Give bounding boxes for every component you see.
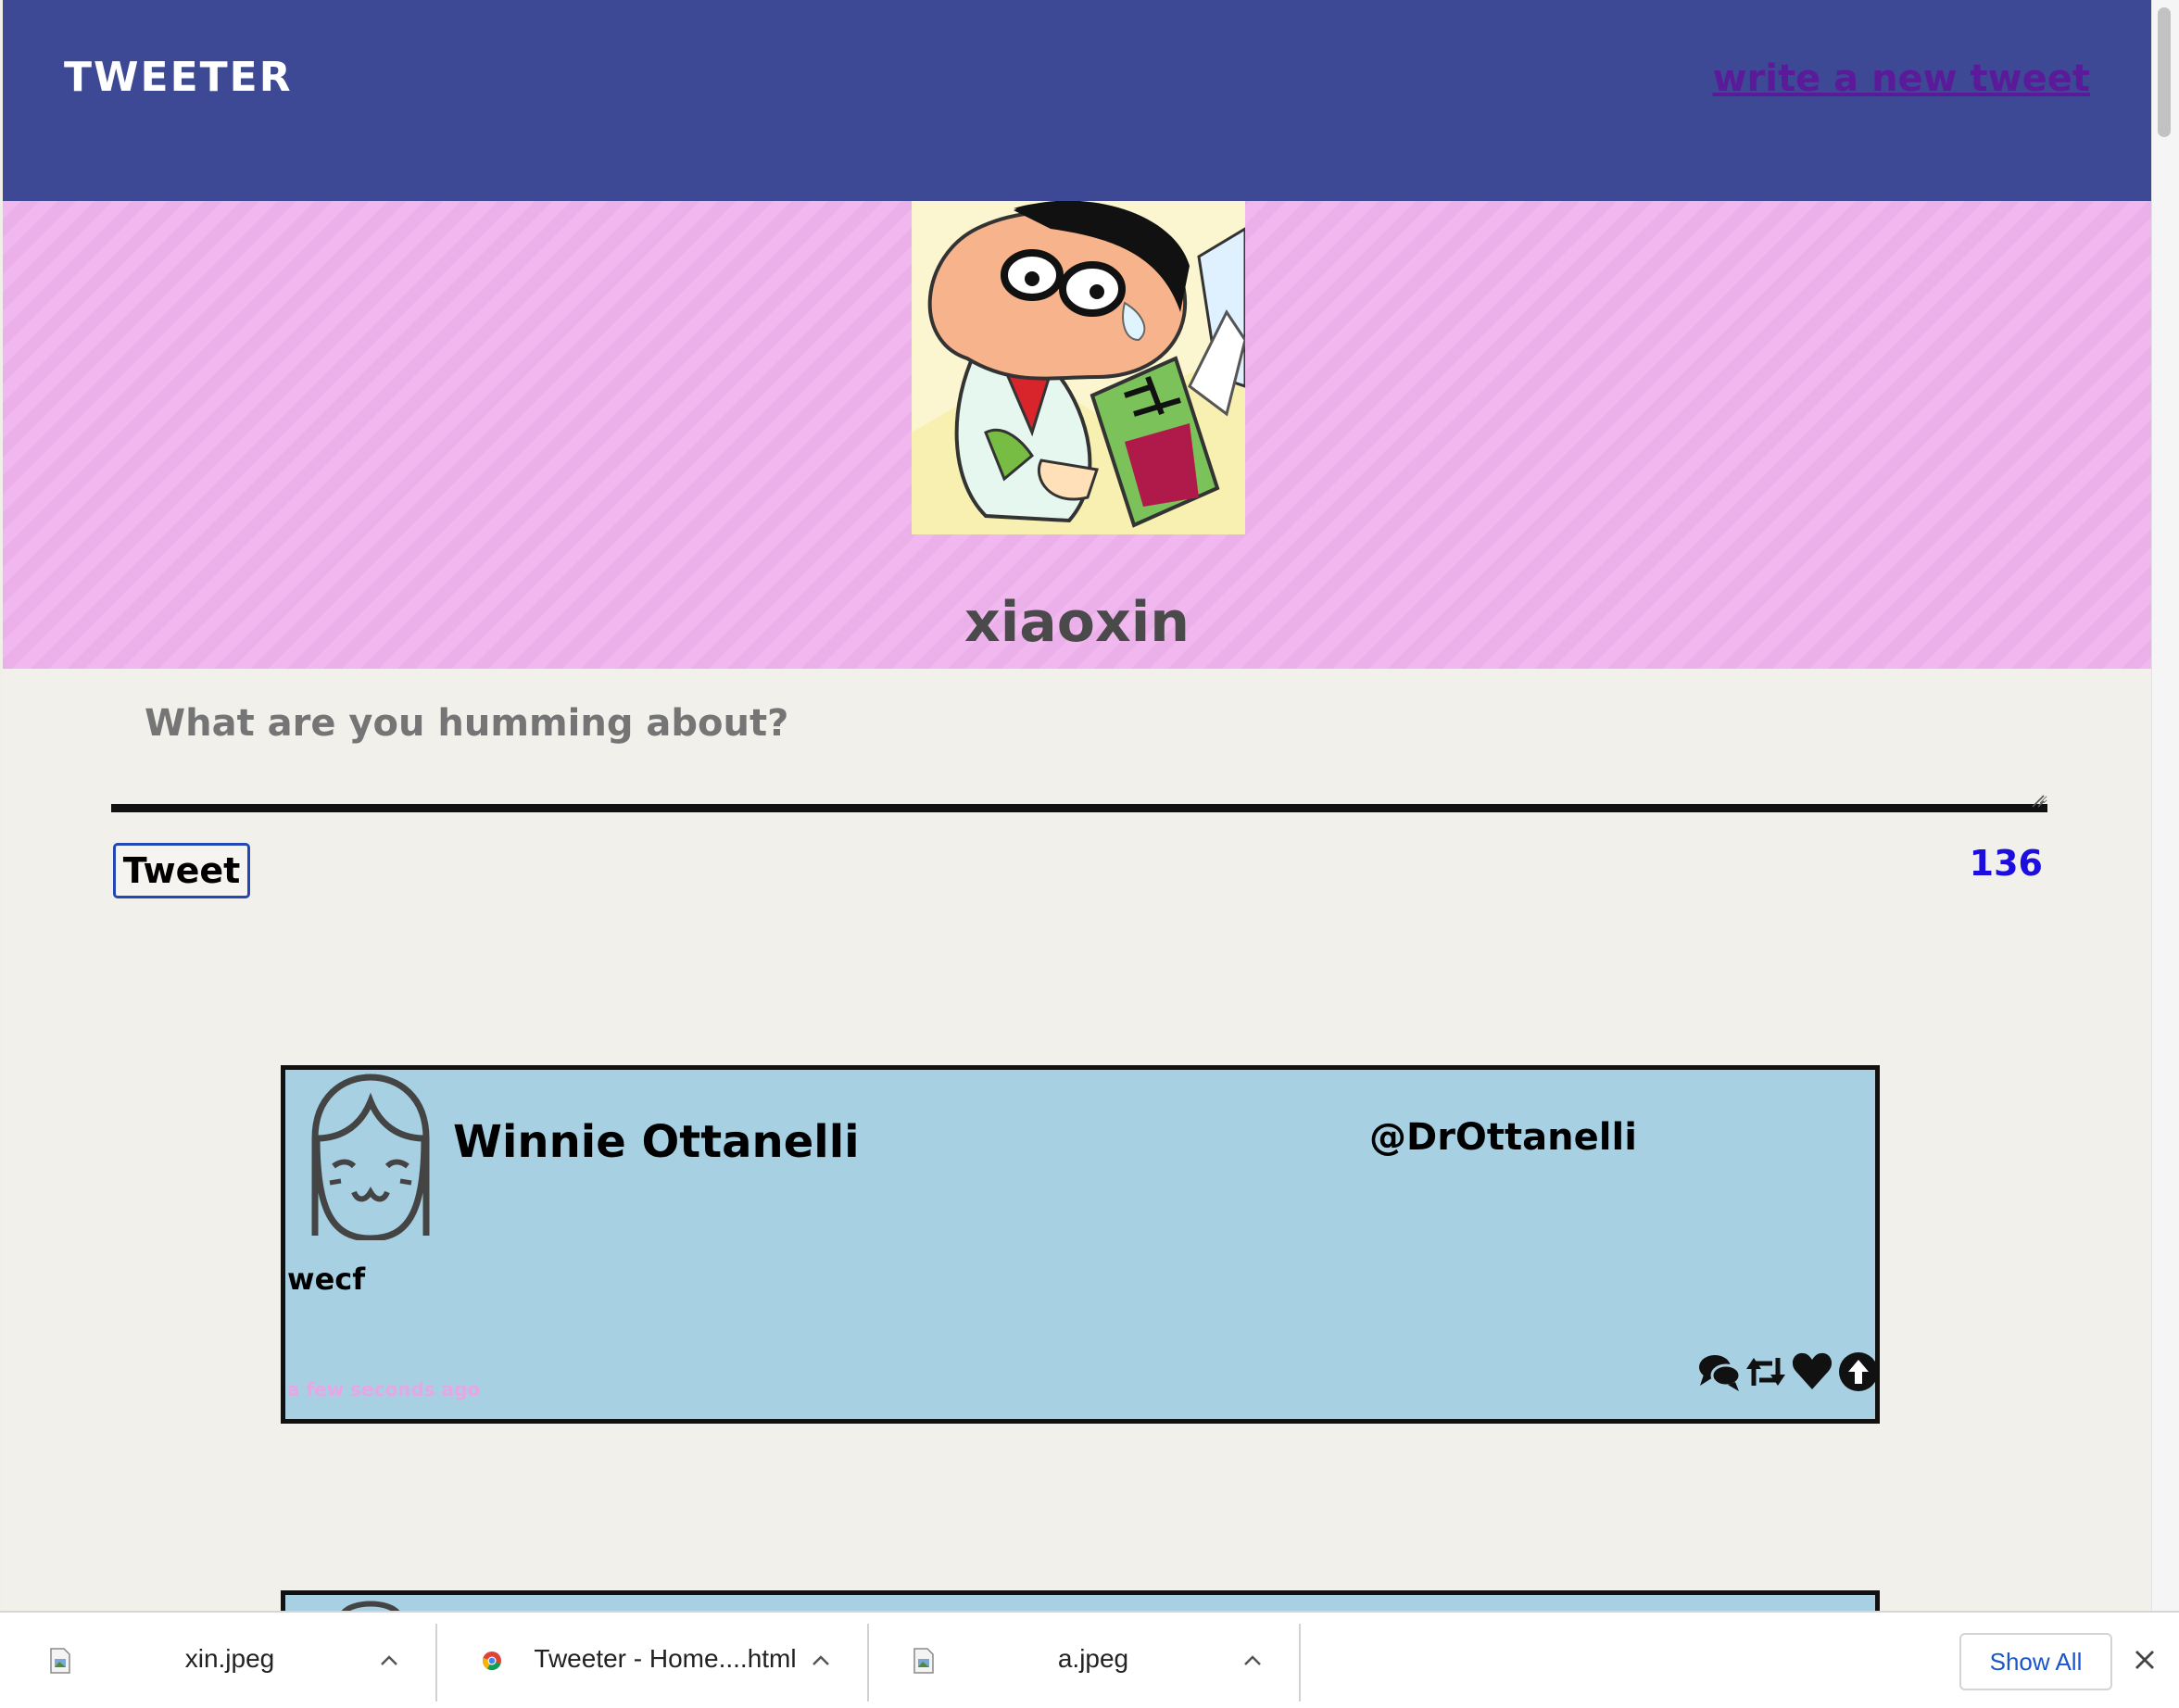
tweet-card-partial — [281, 1590, 1880, 1611]
scrollbar-thumb[interactable] — [2158, 7, 2171, 137]
user-avatar-icon — [311, 1074, 430, 1240]
upvote-icon[interactable] — [1837, 1350, 1880, 1393]
download-item[interactable]: xin.jpeg — [7, 1624, 437, 1702]
show-all-downloads-button[interactable]: Show All — [1959, 1633, 2112, 1690]
tweet-actions — [1698, 1350, 1880, 1393]
download-item[interactable]: a.jpeg — [871, 1624, 1301, 1702]
tweet-body: wecf — [287, 1262, 366, 1297]
tweet-author-handle[interactable]: @DrOttanelli — [1369, 1116, 1637, 1159]
tweet-author-name[interactable]: Winnie Ottanelli — [453, 1116, 860, 1168]
retweet-icon[interactable] — [1744, 1350, 1787, 1393]
downloads-bar: xin.jpeg Tweeter - Home....html a.jpeg S… — [0, 1611, 2179, 1708]
comment-icon[interactable] — [1698, 1350, 1741, 1393]
page-scrollbar[interactable] — [2151, 0, 2179, 1611]
profile-name: xiaoxin — [964, 590, 1190, 655]
tweet-submit-button[interactable]: Tweet — [113, 843, 250, 898]
top-nav: TWEETER write a new tweet — [3, 0, 2151, 201]
heart-icon[interactable] — [1791, 1350, 1833, 1393]
write-new-tweet-link[interactable]: write a new tweet — [1713, 57, 2090, 100]
download-filename: a.jpeg — [1057, 1644, 1129, 1673]
download-filename: xin.jpeg — [184, 1644, 275, 1673]
image-file-icon — [913, 1648, 934, 1674]
chevron-up-icon[interactable] — [378, 1650, 400, 1672]
image-file-icon — [50, 1648, 70, 1674]
user-avatar-icon — [341, 1601, 400, 1611]
tweet-card: Winnie Ottanelli @DrOttanelli wecf a few… — [281, 1065, 1880, 1424]
cartoon-boy-avatar-image — [912, 201, 1245, 534]
close-icon[interactable] — [2133, 1648, 2157, 1672]
chevron-up-icon[interactable] — [1241, 1650, 1264, 1672]
chevron-up-icon[interactable] — [810, 1650, 832, 1672]
download-filename: Tweeter - Home....html — [534, 1644, 797, 1673]
app-viewport: TWEETER write a new tweet xiaoxin What a… — [3, 0, 2151, 1611]
chrome-icon — [483, 1651, 501, 1671]
profile-avatar — [912, 201, 1245, 534]
brand-logo[interactable]: TWEETER — [64, 54, 293, 101]
tweet-timestamp: a few seconds ago — [287, 1378, 481, 1400]
resize-grip-icon[interactable] — [2030, 793, 2045, 808]
character-counter: 136 — [1969, 843, 2043, 884]
download-item[interactable]: Tweeter - Home....html — [439, 1624, 869, 1702]
tweet-compose-input[interactable] — [111, 676, 2047, 812]
profile-header: xiaoxin — [3, 201, 2151, 669]
